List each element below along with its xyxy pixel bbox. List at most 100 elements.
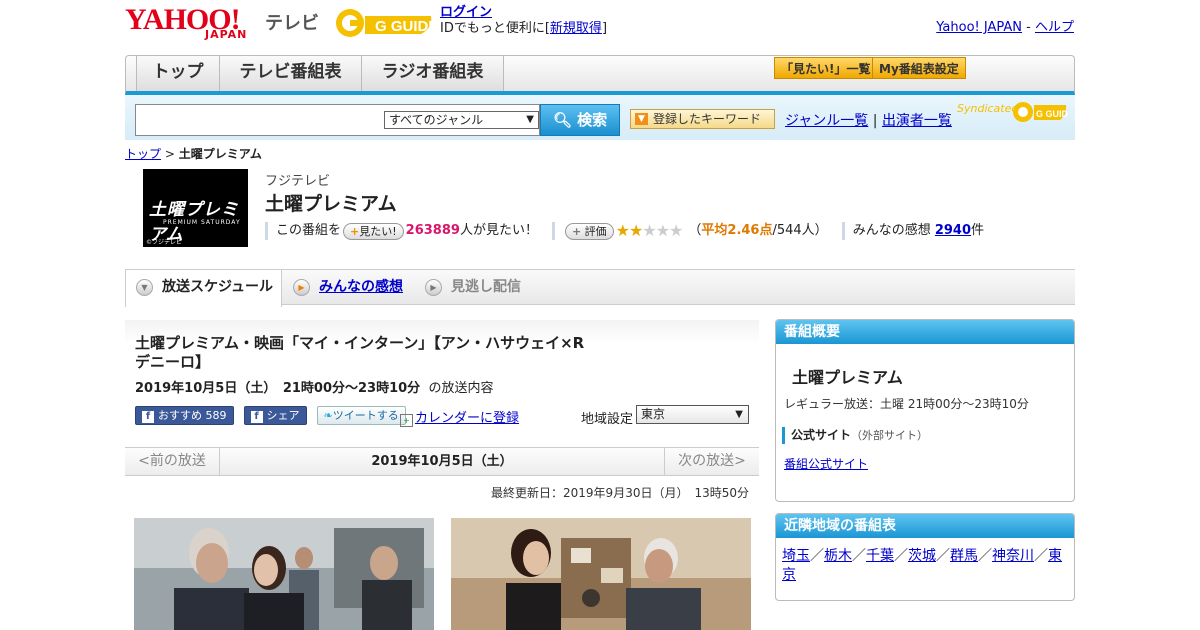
syndicated-label: Syndicated <box>957 102 1019 115</box>
login-prompt: IDでもっと便利に[ <box>440 21 550 36</box>
rate-button[interactable]: + 評価 <box>564 222 614 240</box>
impressions-count-link[interactable]: 2940 <box>935 221 971 241</box>
this-program-label: この番組を <box>276 223 342 238</box>
genre-list-link[interactable]: ジャンル一覧 <box>785 113 868 129</box>
star-filled-icon: ★ <box>629 221 643 240</box>
program-title: 土曜プレミアム <box>265 193 397 215</box>
program-stats: この番組を +見たい! 263889 人が見たい！ + 評価 ★★★★★ （平均2… <box>265 221 984 241</box>
search-icon: 🔍︎ <box>552 111 572 129</box>
region-separator: ／ <box>810 548 824 564</box>
syndicated-logo-text: G GUIDE <box>1036 109 1068 119</box>
facebook-share-button[interactable]: f シェア <box>243 406 307 425</box>
thumbnail-copyright: ©フジテレビ <box>146 239 183 246</box>
nearby-regions-box: 近隣地域の番組表 埼玉／栃木／千葉／茨城／群馬／神奈川／東京 <box>775 513 1075 601</box>
help-link[interactable]: ヘルプ <box>1035 20 1074 35</box>
star-empty-icon: ★ <box>642 221 656 240</box>
breadcrumb-current: 土曜プレミアム <box>178 147 262 161</box>
yahoo-japan-link[interactable]: Yahoo! JAPAN <box>936 20 1022 35</box>
region-separator: ／ <box>894 548 908 564</box>
play-icon: ▶ <box>425 279 442 296</box>
impressions-label: みんなの感想 <box>852 223 931 238</box>
tab-missed[interactable]: ▶ 見逃し配信 <box>415 270 555 306</box>
mitai-button-label: 見たい! <box>359 224 397 238</box>
genre-select[interactable]: すべてのジャンル ▼ <box>384 111 539 129</box>
overview-title: 土曜プレミアム <box>792 368 903 387</box>
region-link-saitama[interactable]: 埼玉 <box>782 548 810 564</box>
main-nav: トップ テレビ番組表 ラジオ番組表 「見たい!」一覧 My番組表設定 <box>125 55 1075 95</box>
breadcrumb-separator: > <box>164 147 175 161</box>
star-empty-icon: ★ <box>655 221 670 240</box>
region-link-kanagawa[interactable]: 神奈川 <box>992 548 1034 564</box>
program-thumbnail: 土曜プレミアム PREMIUM SATURDAY ©フジテレビ <box>143 169 248 247</box>
region-select[interactable]: 東京 ▼ <box>636 405 749 424</box>
login-link[interactable]: ログイン <box>440 5 492 20</box>
add-to-calendar[interactable]: + カレンダーに登録 <box>400 407 519 427</box>
cast-list-link[interactable]: 出演者一覧 <box>882 113 952 129</box>
links-divider: | <box>872 113 878 129</box>
login-box: ログイン IDでもっと便利に[新規取得] <box>440 5 607 37</box>
official-site-link[interactable]: 番組公式サイト <box>784 455 868 472</box>
channel-name: フジテレビ <box>265 174 331 189</box>
facebook-icon: f <box>142 411 154 423</box>
region-select-value: 東京 <box>641 407 666 421</box>
fb-count: 589 <box>205 409 227 422</box>
star-empty-icon: ★ <box>669 221 683 240</box>
official-site-note: （外部サイト） <box>851 429 929 442</box>
top-right-links: Yahoo! JAPAN - ヘルプ <box>936 16 1074 35</box>
rating-votes: /544人） <box>772 223 828 238</box>
thumbnail-subtitle: PREMIUM SATURDAY <box>163 219 241 226</box>
star-filled-icon: ★ <box>615 221 630 240</box>
prev-broadcast-link[interactable]: <前の放送 <box>125 448 220 475</box>
gguide-logo[interactable]: G GUIDE <box>335 6 438 40</box>
mitai-button[interactable]: +見たい! <box>343 222 404 240</box>
rate-button-label: 評価 <box>584 224 607 238</box>
breadcrumb-top-link[interactable]: トップ <box>125 147 161 161</box>
impressions-suffix: 件 <box>971 223 985 238</box>
region-link-chiba[interactable]: 千葉 <box>866 548 894 564</box>
my-schedule-button[interactable]: My番組表設定 <box>872 57 966 79</box>
search-button[interactable]: 🔍︎ 検索 <box>540 104 620 136</box>
region-link-gunma[interactable]: 群馬 <box>950 548 978 564</box>
region-separator: ／ <box>852 548 866 564</box>
tab-missed-label: 見逃し配信 <box>451 279 521 295</box>
registered-keywords-button[interactable]: ▼ 登録したキーワード <box>630 109 775 129</box>
tweet-button[interactable]: ❧ツイートする <box>316 406 406 425</box>
region-link-tochigi[interactable]: 栃木 <box>824 548 852 564</box>
regular-broadcast: レギュラー放送：土曜 21時00分～23時10分 <box>784 397 1029 411</box>
chevron-down-icon: ▼ <box>136 279 153 296</box>
episode-date: 2019年10月5日（土） 21時00分～23時10分 の放送内容 <box>135 377 493 396</box>
nav-tab-top[interactable]: トップ <box>136 56 220 91</box>
mitai-list-button[interactable]: 「見たい!」一覧 <box>774 57 878 79</box>
episode-photo[interactable] <box>134 518 434 630</box>
stat-divider <box>265 222 268 240</box>
nearby-region-links: 埼玉／栃木／千葉／茨城／群馬／神奈川／東京 <box>782 547 1072 585</box>
tab-schedule[interactable]: ▼ 放送スケジュール <box>125 270 282 307</box>
breadcrumb: トップ > 土曜プレミアム <box>125 145 262 162</box>
stat-divider <box>551 222 555 240</box>
calendar-icon: + <box>400 414 413 427</box>
facebook-recommend-button[interactable]: f おすすめ 589 <box>135 406 234 425</box>
broadcast-date-nav: <前の放送 2019年10月5日（土） 次の放送> <box>125 447 759 476</box>
region-link-ibaraki[interactable]: 茨城 <box>908 548 936 564</box>
play-icon: ▶ <box>293 279 310 296</box>
tv-logo-text: テレビ <box>265 13 319 34</box>
episode-photo[interactable] <box>451 518 751 630</box>
yahoo-japan-subtext: JAPAN <box>205 28 248 41</box>
nav-tab-tv-schedule[interactable]: テレビ番組表 <box>220 56 362 91</box>
nav-tab-radio-schedule[interactable]: ラジオ番組表 <box>362 56 504 91</box>
rating-stars: ★★★★★ <box>615 221 684 241</box>
episode-date-suffix: の放送内容 <box>428 381 494 396</box>
program-overview-box: 番組概要 土曜プレミアム レギュラー放送：土曜 21時00分～23時10分 公式… <box>775 319 1075 502</box>
tab-schedule-label: 放送スケジュール <box>162 279 274 295</box>
rating-open-paren: （ <box>688 223 702 238</box>
search-links: ジャンル一覧 | 出演者一覧 <box>785 110 952 130</box>
current-broadcast-date: 2019年10月5日（土） <box>371 454 513 469</box>
next-broadcast-link[interactable]: 次の放送> <box>664 448 759 475</box>
official-site-label: 公式サイト（外部サイト） <box>782 427 928 444</box>
episode-date-time: 2019年10月5日（土） 21時00分～23時10分 <box>135 381 421 396</box>
register-link[interactable]: 新規取得 <box>550 21 602 36</box>
search-button-label: 検索 <box>577 111 608 129</box>
genre-select-value: すべてのジャンル <box>389 113 484 127</box>
tab-impressions[interactable]: ▶ みんなの感想 <box>283 270 413 306</box>
syndicated-gguide-logo: G GUIDE <box>1012 99 1074 125</box>
